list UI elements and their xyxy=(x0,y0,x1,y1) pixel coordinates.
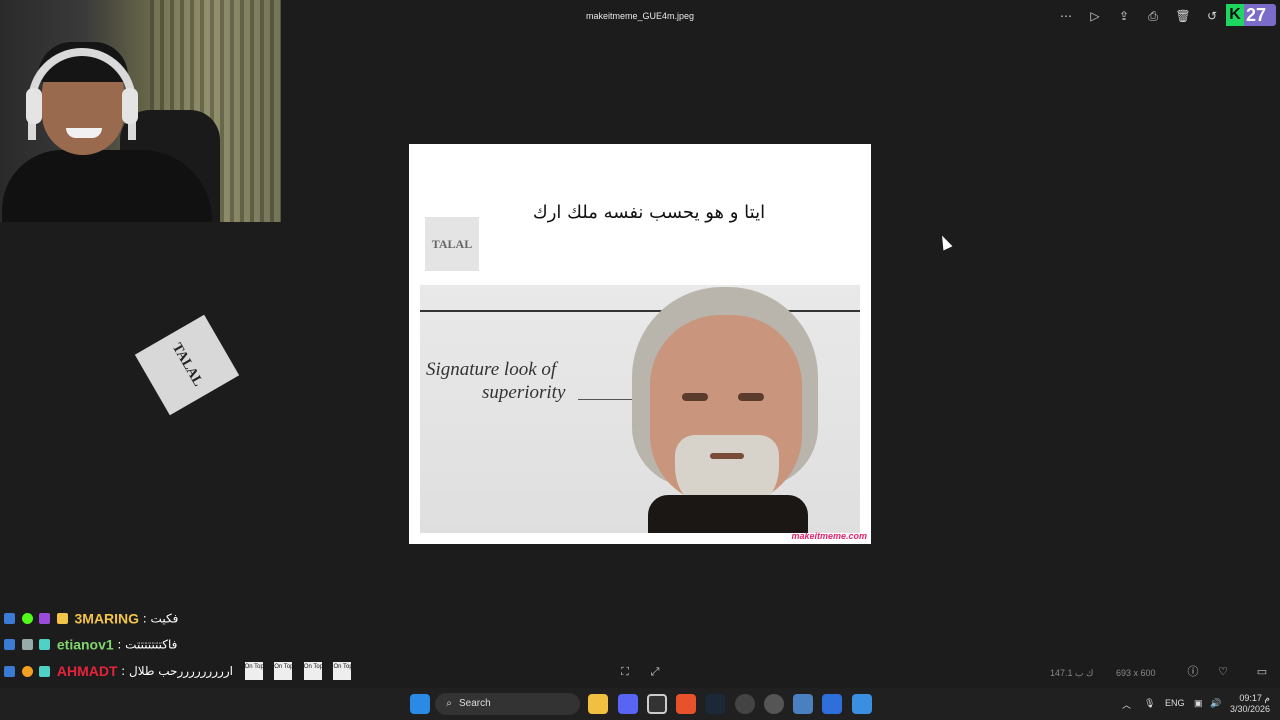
file-size: 147.1 ك ب xyxy=(1050,668,1094,678)
app-icon[interactable] xyxy=(822,694,842,714)
emote-ontop: On Top xyxy=(274,662,293,680)
share-icon[interactable]: ⇪ xyxy=(1116,8,1132,24)
webcam-feed xyxy=(0,0,281,222)
steam-icon[interactable] xyxy=(705,694,725,714)
badge-icon xyxy=(4,665,15,677)
print-icon[interactable]: ⎙ xyxy=(1145,8,1161,24)
kick-logo-icon: K xyxy=(1226,4,1244,26)
crown-icon xyxy=(56,613,68,625)
signature-text-line1: Signature look of xyxy=(426,359,557,380)
signature-text-line2: superiority xyxy=(482,382,566,403)
clock[interactable]: 09:17 م 3/30/2026 xyxy=(1230,693,1270,715)
obs-icon[interactable] xyxy=(647,694,667,714)
kick-number: 27 xyxy=(1246,5,1267,25)
emote-ontop: On Top xyxy=(244,662,264,680)
clock-time: 09:17 م xyxy=(1239,693,1270,703)
chat-message: 3MARING : فكيت xyxy=(4,610,178,628)
chat-text: : فكيت xyxy=(142,611,179,626)
chat-text: : فاكتتتتتتتت xyxy=(117,637,178,652)
discord-icon[interactable] xyxy=(618,694,638,714)
mouse-cursor-icon xyxy=(937,233,953,251)
chat-message: etianov1 : فاكتتتتتتتت xyxy=(4,636,177,654)
emote-ontop: On Top xyxy=(333,662,353,680)
grid-badge-icon xyxy=(39,639,51,651)
favorite-icon[interactable]: ♡ xyxy=(1215,664,1231,680)
start-icon[interactable] xyxy=(410,694,430,714)
kick-badge: K 27 xyxy=(1226,4,1276,26)
file-explorer-icon[interactable] xyxy=(588,694,608,714)
meme-photo: Signature look of superiority xyxy=(420,285,860,533)
settings-icon[interactable] xyxy=(764,694,784,714)
chevron-up-icon[interactable]: ︿ xyxy=(1122,698,1131,711)
volume-icon[interactable]: 🔊 xyxy=(1210,698,1221,709)
badge-icon xyxy=(4,613,15,625)
filmstrip-icon[interactable]: ▭ xyxy=(1254,664,1270,680)
talal-sticker: TALAL xyxy=(134,314,240,416)
chat-username[interactable]: etianov1 xyxy=(57,637,114,653)
brave-icon[interactable] xyxy=(676,694,696,714)
photos-icon[interactable] xyxy=(793,694,813,714)
rotate-icon[interactable]: ↺ xyxy=(1204,8,1220,24)
site-watermark: makeitmeme.com xyxy=(791,531,867,541)
chrome-icon[interactable] xyxy=(735,694,755,714)
chat-message: AHMADT : ارررررررررحب طلال On Top On Top… xyxy=(4,662,353,680)
fullscreen-icon[interactable]: ⤢ xyxy=(647,664,663,680)
language-indicator[interactable]: ENG xyxy=(1165,698,1185,708)
network-icon[interactable]: ▣ xyxy=(1194,698,1203,709)
photo-viewer-icon[interactable] xyxy=(852,694,872,714)
more-icon[interactable]: ⋯ xyxy=(1058,8,1074,24)
taskbar xyxy=(0,688,1280,720)
sub-badge-icon xyxy=(21,665,33,677)
meme-image: ايتا و هو يحسب نفسه ملك ارك TALAL Signat… xyxy=(409,144,871,544)
watermark-box: TALAL xyxy=(425,217,479,271)
gem-icon xyxy=(39,613,51,625)
chat-text: : ارررررررررحب طلال xyxy=(121,664,233,678)
grid-badge-icon xyxy=(39,665,51,677)
verified-icon xyxy=(21,613,33,625)
delete-icon[interactable]: 🗑 xyxy=(1175,8,1191,24)
microphone-icon[interactable]: 🎙 xyxy=(1144,698,1155,709)
badge-icon xyxy=(4,639,15,651)
sword-icon xyxy=(21,639,33,651)
slideshow-icon[interactable]: ▷ xyxy=(1087,8,1103,24)
search-icon: ⌕ xyxy=(446,698,452,709)
taskbar-search[interactable]: ⌕ Search xyxy=(435,693,580,715)
clock-date: 3/30/2026 xyxy=(1230,704,1271,714)
chat-username[interactable]: AHMADT xyxy=(57,663,118,679)
fit-icon[interactable]: ⛶ xyxy=(617,664,633,680)
image-dimensions: 693 x 600 xyxy=(1116,668,1156,678)
meme-caption: ايتا و هو يحسب نفسه ملك ارك xyxy=(532,202,766,223)
emote-ontop: On Top xyxy=(303,662,323,680)
info-icon[interactable]: ⓘ xyxy=(1185,664,1201,680)
chat-username[interactable]: 3MARING xyxy=(75,611,140,627)
